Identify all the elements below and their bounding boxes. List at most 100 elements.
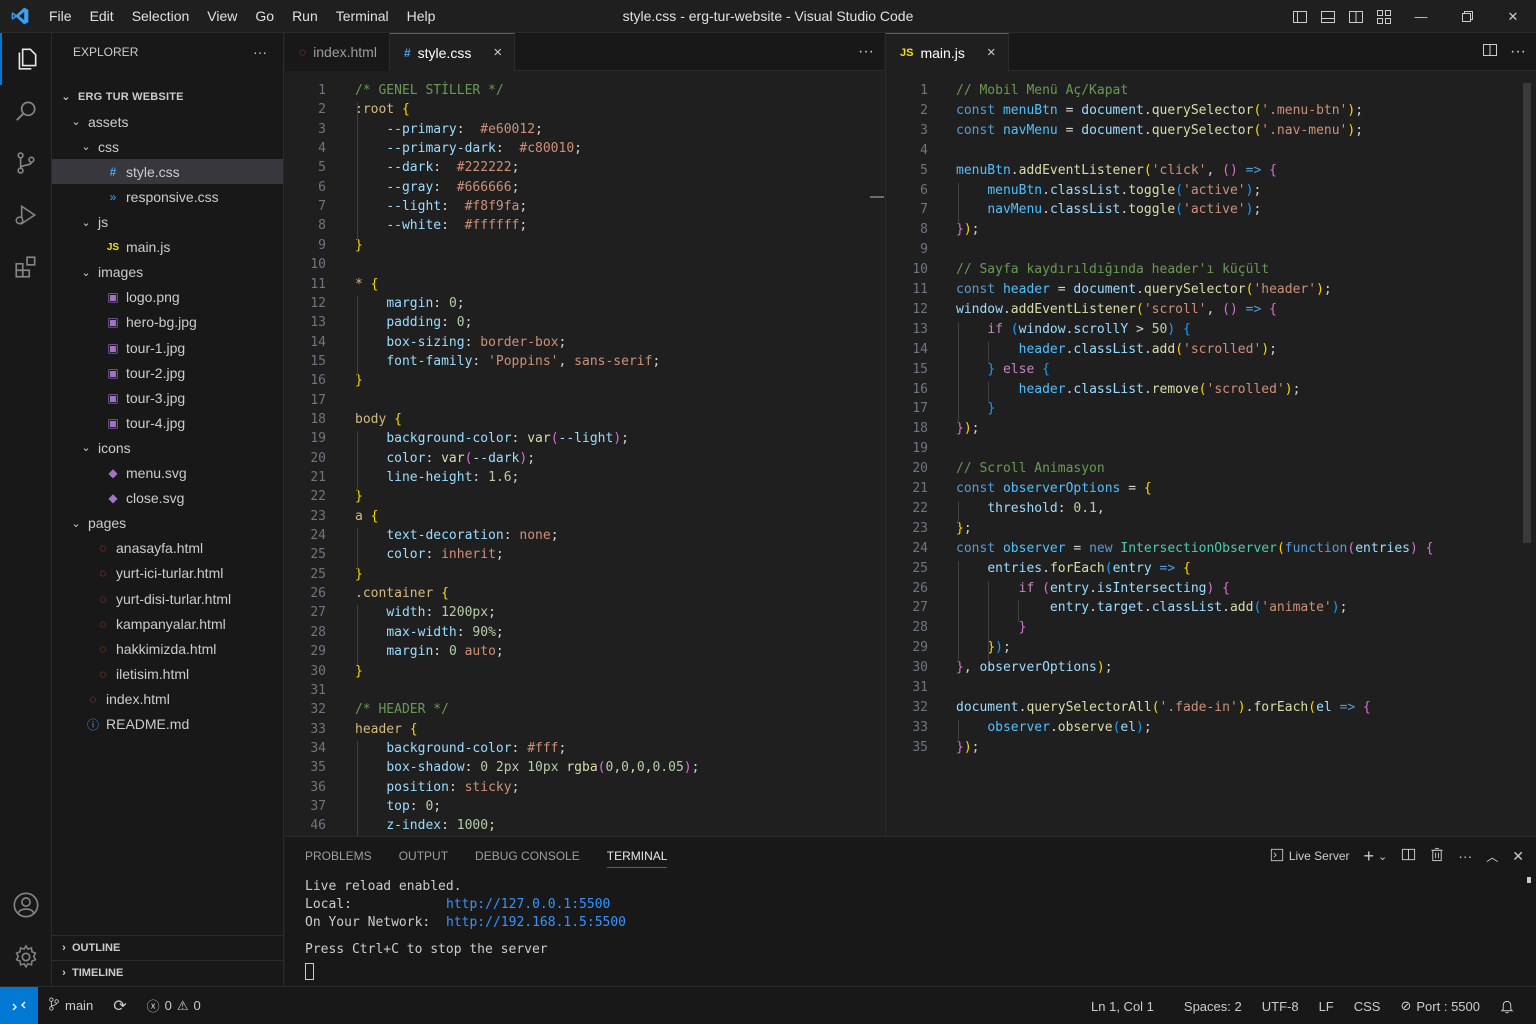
tree-item[interactable]: ◌ hakkimizda.html xyxy=(52,636,283,661)
tab-output[interactable]: OUTPUT xyxy=(399,845,448,867)
cursor-position[interactable]: Ln 1, Col 1 xyxy=(1081,999,1164,1014)
tree-item-label: icons xyxy=(98,439,131,456)
tree-item[interactable]: ⓘ README.md xyxy=(52,712,283,737)
indentation[interactable]: Spaces: 2 xyxy=(1164,999,1252,1014)
menu-selection[interactable]: Selection xyxy=(123,0,199,33)
tree-item[interactable]: # style.css xyxy=(52,159,283,185)
terminal-cursor[interactable] xyxy=(305,963,314,980)
split-terminal-icon[interactable] xyxy=(1401,847,1416,865)
code-token: observer xyxy=(1002,540,1066,556)
explorer-more-button[interactable]: ··· xyxy=(253,44,267,60)
extensions-icon[interactable] xyxy=(0,241,52,293)
close-panel-icon[interactable]: ✕ xyxy=(1512,848,1524,865)
tab-problems[interactable]: PROBLEMS xyxy=(305,845,372,867)
tree-item[interactable]: ⌄ ERG TUR WEBSITE xyxy=(52,84,283,109)
menu-terminal[interactable]: Terminal xyxy=(327,0,398,33)
tree-item[interactable]: ⌄ pages xyxy=(52,511,283,536)
tree-item[interactable]: ◌ yurt-ici-turlar.html xyxy=(52,561,283,586)
menu-run[interactable]: Run xyxy=(283,0,327,33)
tab-style-css[interactable]: # style.css × xyxy=(389,33,516,71)
code-token: : xyxy=(433,160,457,176)
close-tab-icon[interactable]: × xyxy=(987,44,996,61)
network-url-link[interactable]: http://192.168.1.5:5500 xyxy=(446,915,626,930)
editor-scrollbar[interactable] xyxy=(1523,83,1531,543)
remote-indicator-icon[interactable] xyxy=(0,986,38,1024)
tree-item[interactable]: ⌄ icons xyxy=(52,435,283,460)
more-actions-icon[interactable]: ··· xyxy=(1458,848,1472,864)
tab-terminal[interactable]: TERMINAL xyxy=(606,845,668,868)
menu-edit[interactable]: Edit xyxy=(81,0,123,33)
code-editor-js[interactable]: 1 2 3 4 5 6 7 8 9 10 11 12 13 14 15 16 17 18 19 20 21 22 23 24 2… xyxy=(886,71,1536,836)
menu-file[interactable]: File xyxy=(40,0,81,33)
tree-item[interactable]: ⌄ images xyxy=(52,260,283,285)
code-token: } xyxy=(987,361,996,377)
settings-gear-icon[interactable] xyxy=(0,931,52,983)
toggle-panel-icon[interactable] xyxy=(1314,0,1342,33)
tab-debug-console[interactable]: DEBUG CONSOLE xyxy=(475,845,580,867)
tree-item[interactable]: ▣ hero-bg.jpg xyxy=(52,310,283,335)
tree-item[interactable]: ◌ index.html xyxy=(52,686,283,711)
run-debug-icon[interactable] xyxy=(0,189,52,241)
close-window-icon[interactable]: ✕ xyxy=(1490,0,1536,33)
menu-go[interactable]: Go xyxy=(246,0,283,33)
tree-item[interactable]: ▣ tour-4.jpg xyxy=(52,410,283,435)
encoding[interactable]: UTF-8 xyxy=(1252,999,1309,1014)
sync-icon[interactable]: ⟳ xyxy=(103,996,136,1016)
minimize-icon[interactable]: — xyxy=(1398,0,1444,33)
toggle-secondary-sidebar-icon[interactable] xyxy=(1342,0,1370,33)
code-token: : xyxy=(448,779,465,795)
code-token: } xyxy=(1018,620,1027,636)
live-server-port[interactable]: ⊘ Port : 5500 xyxy=(1390,998,1490,1014)
notifications-bell-icon[interactable] xyxy=(1490,999,1536,1014)
tree-item[interactable]: ◆ close.svg xyxy=(52,486,283,511)
tree-item[interactable]: » responsive.css xyxy=(52,184,283,209)
code-token: z-index xyxy=(386,818,442,834)
tab-main-js[interactable]: JS main.js × xyxy=(886,33,1009,71)
tree-item[interactable]: ◆ menu.svg xyxy=(52,461,283,486)
menu-view[interactable]: View xyxy=(198,0,246,33)
new-terminal-icon[interactable]: + xyxy=(1364,846,1375,867)
terminal-instance[interactable]: Live Server xyxy=(1270,848,1350,865)
trash-icon[interactable] xyxy=(1430,847,1444,865)
timeline-section[interactable]: › TIMELINE xyxy=(52,960,283,985)
tree-item[interactable]: ◌ yurt-disi-turlar.html xyxy=(52,586,283,611)
problems-indicator[interactable]: ⓧ 0 ⚠ 0 xyxy=(137,996,211,1015)
tree-item[interactable]: ⌄ assets xyxy=(52,109,283,134)
language-mode[interactable]: CSS xyxy=(1344,999,1391,1014)
accounts-icon[interactable] xyxy=(0,879,52,931)
tree-item[interactable]: ◌ kampanyalar.html xyxy=(52,611,283,636)
code-editor-css[interactable]: 1 2 3 4 5 6 7 8 9 10 11 12 13 14 15 16 17 18 19 20 21 22 23 24 2… xyxy=(285,71,884,836)
vscode-logo-icon[interactable] xyxy=(0,0,40,33)
outline-section[interactable]: › OUTLINE xyxy=(52,935,283,960)
local-url-link[interactable]: http://127.0.0.1:5500 xyxy=(446,897,610,912)
menu-help[interactable]: Help xyxy=(398,0,445,33)
toggle-primary-sidebar-icon[interactable] xyxy=(1286,0,1314,33)
chevron-down-icon[interactable]: ⌄ xyxy=(1378,850,1387,863)
editor-more-actions-icon[interactable]: ··· xyxy=(858,43,874,61)
editor-more-actions-icon[interactable]: ··· xyxy=(1510,43,1526,61)
close-tab-icon[interactable]: × xyxy=(493,44,502,61)
restore-icon[interactable] xyxy=(1444,0,1490,33)
minimap-slider[interactable] xyxy=(870,196,884,198)
search-icon[interactable] xyxy=(0,85,52,137)
code-line: if (window.scrollY > 50) { xyxy=(956,322,1191,337)
tree-item[interactable]: ◌ anasayfa.html xyxy=(52,536,283,561)
tree-item[interactable]: ▣ tour-3.jpg xyxy=(52,385,283,410)
source-control-icon[interactable] xyxy=(0,137,52,189)
tree-item[interactable]: ◌ iletisim.html xyxy=(52,661,283,686)
tree-item[interactable]: ⌄ css xyxy=(52,134,283,159)
tree-item[interactable]: ▣ logo.png xyxy=(52,285,283,310)
tree-item[interactable]: ⌄ js xyxy=(52,210,283,235)
tree-item[interactable]: ▣ tour-1.jpg xyxy=(52,335,283,360)
explorer-icon[interactable] xyxy=(0,33,52,85)
tree-item[interactable]: ▣ tour-2.jpg xyxy=(52,360,283,385)
branch-indicator[interactable]: main xyxy=(38,997,103,1014)
split-editor-icon[interactable] xyxy=(1482,42,1498,63)
code-token: --light xyxy=(558,431,614,447)
customize-layout-icon[interactable] xyxy=(1370,0,1398,33)
maximize-panel-icon[interactable]: ︿ xyxy=(1486,848,1498,865)
code-token: var xyxy=(441,450,465,466)
tab-index-html[interactable]: ◌ index.html xyxy=(285,33,390,71)
end-of-line[interactable]: LF xyxy=(1309,999,1344,1014)
tree-item[interactable]: JS main.js xyxy=(52,235,283,260)
